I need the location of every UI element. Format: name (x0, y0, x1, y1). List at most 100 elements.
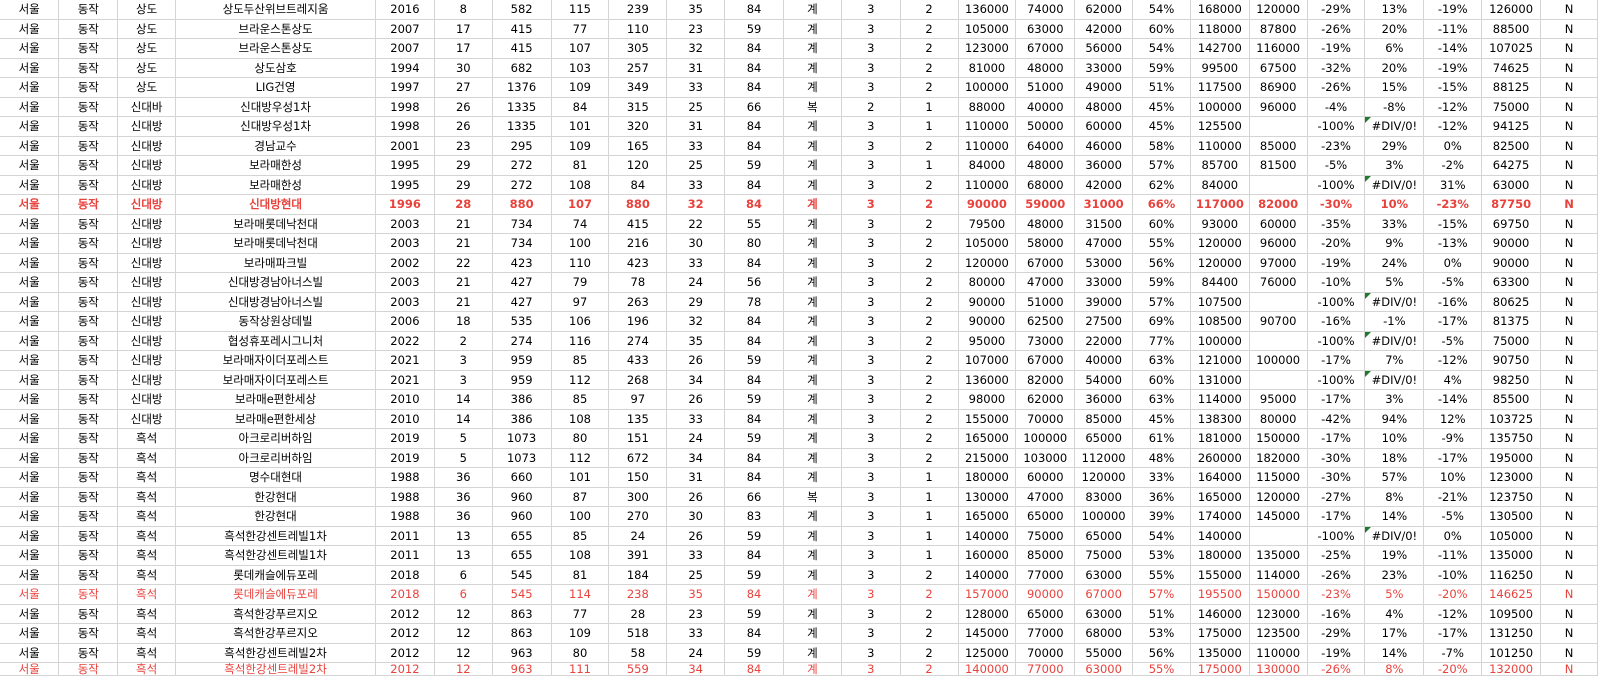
cell[interactable]: 51% (1132, 77, 1191, 98)
cell[interactable]: 80000 (958, 272, 1017, 293)
cell[interactable]: 25 (666, 155, 726, 176)
cell[interactable]: 63000 (1074, 604, 1134, 624)
cell[interactable]: 1 (900, 155, 959, 176)
cell[interactable]: 8% (1364, 662, 1425, 676)
cell[interactable]: 34 (666, 662, 726, 676)
cell[interactable]: 동작 (58, 155, 119, 176)
cell[interactable]: -25% (1307, 545, 1366, 566)
cell[interactable]: 108 (551, 175, 610, 195)
cell[interactable]: 164000 (1190, 467, 1250, 488)
cell[interactable]: 963 (492, 662, 552, 676)
cell[interactable]: 87750 (1481, 194, 1541, 215)
cell[interactable]: 45% (1132, 409, 1191, 429)
cell[interactable]: 서울 (0, 467, 60, 488)
cell[interactable]: 계 (783, 155, 842, 176)
table-row[interactable]: 서울 동작 신대방 보라매한성 1995 29 272 108 84 33 84 계 3 2 110000 6… (0, 175, 1598, 195)
cell[interactable]: 655 (492, 526, 552, 546)
cell[interactable]: 59 (724, 389, 784, 410)
cell[interactable]: 101 (551, 467, 610, 488)
cell[interactable]: -19% (1307, 38, 1366, 59)
cell[interactable]: 6 (434, 584, 493, 605)
cell[interactable]: 160000 (958, 545, 1017, 566)
cell[interactable]: 175000 (1190, 662, 1250, 676)
cell[interactable]: 60% (1132, 19, 1191, 39)
cell[interactable]: 신대방 (117, 253, 177, 273)
cell[interactable]: 31500 (1074, 214, 1134, 234)
cell[interactable]: 2006 (375, 311, 435, 332)
cell[interactable]: 동작 (58, 311, 119, 332)
cell[interactable]: 28 (608, 604, 668, 624)
cell[interactable]: 신대방 (117, 194, 177, 215)
cell[interactable]: N (1540, 331, 1598, 351)
cell[interactable]: 100000 (1249, 350, 1308, 371)
cell[interactable]: N (1540, 487, 1598, 507)
cell[interactable]: 서울 (0, 370, 60, 390)
cell[interactable]: 서울 (0, 311, 60, 332)
cell[interactable]: 2 (900, 175, 959, 195)
cell[interactable]: 64275 (1481, 155, 1541, 176)
cell[interactable]: 복 (783, 97, 842, 117)
cell[interactable]: 60000 (1015, 467, 1076, 488)
cell[interactable]: 2 (900, 389, 959, 410)
cell[interactable]: 계 (783, 448, 842, 468)
cell[interactable]: 80625 (1481, 292, 1541, 312)
cell[interactable]: 108500 (1190, 311, 1250, 332)
cell[interactable]: 107 (551, 194, 610, 215)
table-row[interactable]: 서울 동작 흑석 명수대현대 1988 36 660 101 150 31 84 계 3 1 180000 6… (0, 467, 1598, 488)
cell[interactable]: 117000 (1190, 194, 1250, 215)
cell[interactable]: 2021 (375, 370, 435, 390)
table-row[interactable]: 서울 동작 신대방 보라매자이더포레스트 2021 3 959 112 268 34 84 계 3 2 13… (0, 370, 1598, 390)
cell[interactable]: 120 (608, 155, 668, 176)
cell[interactable]: 서울 (0, 0, 60, 20)
cell[interactable]: 63% (1132, 350, 1191, 371)
cell[interactable]: 59 (724, 428, 784, 449)
cell[interactable]: 3 (841, 526, 901, 546)
cell[interactable]: 115000 (1249, 467, 1308, 488)
cell[interactable]: 8 (434, 0, 493, 20)
cell[interactable]: 55% (1132, 233, 1191, 254)
cell[interactable]: 3 (841, 311, 901, 332)
cell[interactable]: 23% (1364, 565, 1425, 585)
cell[interactable]: 동작 (58, 662, 119, 676)
cell[interactable]: 흑석한강센트레빌1차 (175, 526, 376, 546)
cell[interactable] (1249, 331, 1308, 351)
cell[interactable]: 111 (551, 662, 610, 676)
cell[interactable]: 2 (841, 97, 901, 117)
cell[interactable]: 1 (900, 526, 959, 546)
cell[interactable]: 174000 (1190, 506, 1250, 527)
cell[interactable]: LIG건영 (175, 77, 376, 98)
cell[interactable]: 2003 (375, 214, 435, 234)
cell[interactable]: 동작 (58, 77, 119, 98)
cell[interactable]: N (1540, 409, 1598, 429)
cell[interactable]: 2 (900, 0, 959, 20)
cell[interactable]: 130000 (1249, 662, 1308, 676)
cell[interactable]: 135000 (1249, 545, 1308, 566)
cell[interactable]: 32 (666, 194, 726, 215)
cell[interactable]: 123000 (1481, 467, 1541, 488)
cell[interactable]: 2 (900, 565, 959, 585)
cell[interactable]: 31000 (1074, 194, 1134, 215)
cell[interactable]: 84 (724, 311, 784, 332)
cell[interactable]: 동작 (58, 565, 119, 585)
table-row[interactable]: 서울 동작 상도 상도두산위브트레지움 2016 8 582 115 239 35 84 계 3 2 136… (0, 0, 1598, 20)
table-row[interactable]: 서울 동작 흑석 아크로리버하임 2019 5 1073 80 151 24 59 계 3 2 165000… (0, 428, 1598, 449)
cell[interactable]: -19% (1423, 58, 1483, 78)
cell[interactable]: N (1540, 155, 1598, 176)
cell[interactable]: -5% (1307, 155, 1366, 176)
cell[interactable]: 105000 (958, 233, 1017, 254)
cell[interactable]: 상도삼호 (175, 58, 376, 78)
cell[interactable]: 54% (1132, 0, 1191, 20)
cell[interactable]: 62500 (1015, 311, 1076, 332)
cell[interactable]: 동작 (58, 584, 119, 605)
cell[interactable]: -16% (1423, 292, 1483, 312)
cell[interactable]: 동작 (58, 233, 119, 254)
cell[interactable]: 75000 (1015, 526, 1076, 546)
cell[interactable]: 58% (1132, 136, 1191, 156)
cell[interactable]: 47000 (1015, 487, 1076, 507)
cell[interactable]: 22 (434, 253, 493, 273)
cell[interactable]: N (1540, 136, 1598, 156)
cell[interactable]: N (1540, 194, 1598, 215)
cell[interactable]: 146625 (1481, 584, 1541, 605)
cell[interactable]: 57% (1132, 155, 1191, 176)
cell[interactable]: 2 (900, 58, 959, 78)
